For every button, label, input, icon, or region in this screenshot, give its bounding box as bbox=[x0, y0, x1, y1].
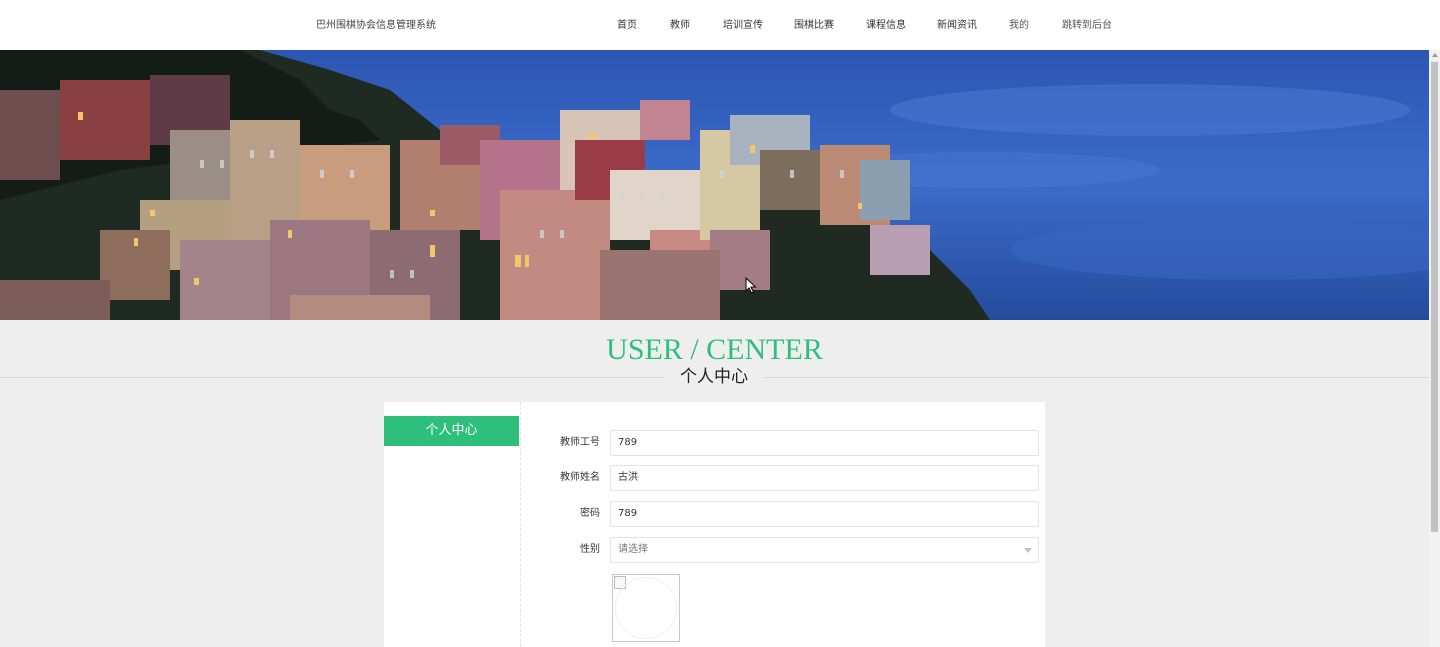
nav-item-home[interactable]: 首页 bbox=[617, 16, 637, 31]
mouse-pointer-icon bbox=[745, 277, 757, 294]
gender-select[interactable]: 请选择 bbox=[610, 537, 1039, 563]
nav-item-mine[interactable]: 我的 bbox=[1009, 16, 1029, 31]
section-title-en: USER / CENTER bbox=[606, 333, 823, 366]
password-label: 密码 bbox=[580, 508, 600, 519]
teacher-id-label: 教师工号 bbox=[560, 437, 600, 448]
password-input[interactable]: 789 bbox=[610, 501, 1039, 527]
avatar-upload[interactable] bbox=[612, 574, 680, 642]
scrollbar-thumb[interactable] bbox=[1431, 62, 1438, 532]
nav-item-admin[interactable]: 跳转到后台 bbox=[1062, 16, 1112, 31]
main-nav: 首页 教师 培训宣传 围棋比赛 课程信息 新闻资讯 我的 跳转到后台 bbox=[0, 16, 1440, 34]
sidebar-item-profile[interactable]: 个人中心 bbox=[384, 416, 519, 446]
teacher-id-input[interactable]: 789 bbox=[610, 430, 1039, 456]
avatar-placeholder bbox=[615, 577, 677, 639]
user-center-panel: 个人中心 教师工号 789 教师姓名 古洪 密码 789 性别 请选择 bbox=[384, 402, 1045, 647]
teacher-name-input[interactable]: 古洪 bbox=[610, 465, 1039, 491]
panel-divider bbox=[520, 402, 521, 647]
page-scrollbar[interactable] bbox=[1429, 50, 1440, 647]
nav-item-news[interactable]: 新闻资讯 bbox=[937, 16, 977, 31]
chevron-down-icon bbox=[1024, 548, 1032, 553]
top-navbar: 巴州围棋协会信息管理系统 首页 教师 培训宣传 围棋比赛 课程信息 新闻资讯 我… bbox=[0, 0, 1440, 50]
nav-item-training[interactable]: 培训宣传 bbox=[723, 16, 763, 31]
scroll-up-arrow-icon[interactable] bbox=[1432, 53, 1438, 57]
banner-image bbox=[0, 50, 1429, 320]
hero-banner bbox=[0, 50, 1429, 320]
teacher-name-label: 教师姓名 bbox=[560, 472, 600, 483]
gender-label: 性别 bbox=[580, 544, 600, 555]
nav-item-teachers[interactable]: 教师 bbox=[670, 16, 690, 31]
section-title-cn: 个人中心 bbox=[664, 366, 764, 388]
gender-select-placeholder: 请选择 bbox=[618, 544, 648, 555]
nav-item-courses[interactable]: 课程信息 bbox=[866, 16, 906, 31]
nav-item-competitions[interactable]: 围棋比赛 bbox=[794, 16, 834, 31]
